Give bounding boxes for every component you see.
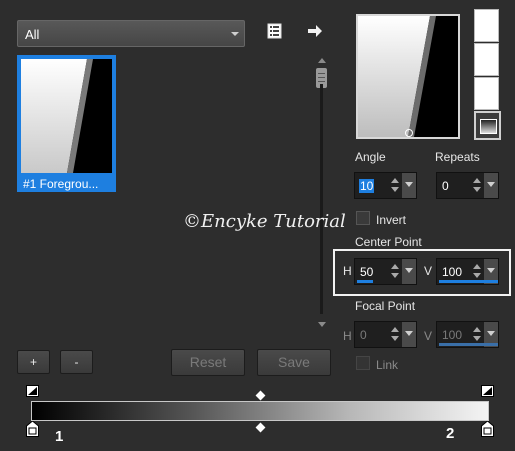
preset-filter-dropdown[interactable]: All (17, 20, 245, 47)
style-option-linear[interactable] (474, 9, 499, 42)
link-label: Link (376, 358, 399, 372)
export-arrow-icon[interactable] (306, 22, 324, 40)
angle-value[interactable]: 10 (359, 179, 375, 193)
add-preset-button[interactable]: + (17, 350, 50, 374)
gradient-bar[interactable] (31, 401, 489, 421)
focal-v-label: V (424, 329, 433, 343)
preset-item[interactable]: #1 Foregrou... (17, 55, 116, 192)
focal-h-spinner[interactable]: 0 (354, 321, 417, 348)
midpoint-diamond-icon[interactable] (255, 390, 266, 401)
list-icon[interactable] (266, 22, 284, 40)
repeats-stepper-icon[interactable] (470, 176, 484, 195)
watermark-text: ©Encyke Tutorial (183, 211, 346, 232)
center-h-spinner[interactable]: 50 (354, 258, 417, 285)
style-option-sunburst[interactable] (474, 77, 499, 110)
center-h-value[interactable]: 50 (360, 265, 373, 279)
reset-button[interactable]: Reset (171, 349, 245, 376)
angle-stepper-icon[interactable] (388, 176, 402, 195)
stop-number-1: 1 (55, 428, 64, 445)
gradient-preview[interactable] (356, 14, 460, 139)
chevron-down-icon[interactable] (402, 322, 416, 347)
preset-label: #1 Foregrou... (23, 177, 99, 191)
left-color-marker-icon[interactable] (26, 385, 39, 397)
center-v-stepper-icon[interactable] (470, 262, 484, 281)
invert-label: Invert (376, 213, 407, 227)
center-point-label: Center Point (355, 235, 422, 249)
preset-filter-value: All (25, 27, 40, 42)
chevron-down-icon[interactable] (402, 259, 416, 284)
remove-preset-button[interactable]: - (60, 350, 93, 374)
focal-h-value[interactable]: 0 (360, 328, 367, 342)
style-option-rectangular[interactable] (474, 43, 499, 76)
focal-h-stepper-icon[interactable] (388, 325, 402, 344)
center-v-fill-bar (439, 280, 498, 283)
focal-v-stepper-icon[interactable] (470, 325, 484, 344)
center-point-handle-icon[interactable] (405, 129, 413, 137)
preset-scrollbar[interactable] (315, 56, 328, 332)
center-h-fill-bar (357, 280, 373, 283)
save-button[interactable]: Save (257, 349, 331, 376)
center-h-stepper-icon[interactable] (388, 262, 402, 281)
opacity-midpoint-diamond-icon[interactable] (255, 422, 266, 433)
repeats-spinner[interactable]: 0 (436, 172, 499, 199)
right-color-marker-icon[interactable] (481, 385, 494, 397)
angle-label: Angle (355, 150, 386, 164)
opacity-stop-right-icon[interactable] (481, 420, 494, 437)
center-h-label: H (343, 264, 352, 278)
preset-thumbnail (21, 59, 112, 173)
chevron-down-icon (231, 32, 239, 36)
scroll-up-icon[interactable] (318, 58, 326, 63)
focal-h-label: H (343, 329, 352, 343)
invert-checkbox[interactable] (356, 211, 370, 225)
focal-v-value[interactable]: 100 (442, 328, 462, 342)
repeats-value[interactable]: 0 (442, 179, 449, 193)
center-v-value[interactable]: 100 (442, 265, 462, 279)
scrollbar-track (320, 84, 323, 314)
repeats-label: Repeats (435, 150, 480, 164)
angle-spinner[interactable]: 10 (354, 172, 417, 199)
link-checkbox[interactable] (356, 356, 370, 370)
focal-v-fill-bar (439, 343, 498, 346)
scroll-down-icon[interactable] (318, 322, 326, 327)
center-v-label: V (424, 264, 433, 278)
opacity-stop-left-icon[interactable] (26, 420, 39, 437)
chevron-down-icon[interactable] (484, 173, 498, 198)
center-v-spinner[interactable]: 100 (436, 258, 499, 285)
gradient-style-icon[interactable] (474, 111, 501, 140)
focal-v-spinner[interactable]: 100 (436, 321, 499, 348)
focal-point-label: Focal Point (355, 299, 416, 313)
chevron-down-icon[interactable] (402, 173, 416, 198)
stop-number-2: 2 (446, 425, 455, 442)
